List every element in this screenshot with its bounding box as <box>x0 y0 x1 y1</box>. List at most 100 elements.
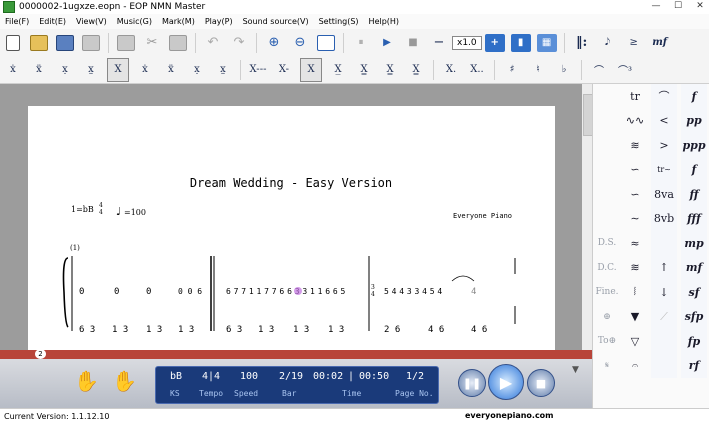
palette-dynamic-fff[interactable]: fff <box>681 207 707 232</box>
palette-crescendo[interactable]: < <box>651 109 677 134</box>
stop-button[interactable]: ■ <box>527 369 555 397</box>
left-hand-icon[interactable]: ✋ <box>74 369 99 393</box>
play-toolbar-button[interactable]: ▶ <box>377 32 397 54</box>
sharp-button[interactable]: ♯ <box>502 59 522 81</box>
palette-mordent[interactable]: ∿∿ <box>622 109 648 134</box>
palette-fermata[interactable]: 𝄐 <box>622 354 648 379</box>
menu-setting[interactable]: Setting(S) <box>314 17 364 26</box>
tie-button[interactable]: ⌒ <box>589 59 609 81</box>
note-two-dots-above-2-button[interactable]: ẍ <box>161 59 181 81</box>
palette-tremolo[interactable]: ≈ <box>622 231 648 256</box>
natural-button[interactable]: ♮ <box>528 59 548 81</box>
thirtysecond-note-button[interactable]: X̳ <box>380 59 400 81</box>
close-button[interactable]: ✕ <box>693 1 707 11</box>
palette-empty-1[interactable] <box>651 231 677 256</box>
palette-glissando[interactable]: ⟋ <box>651 305 677 330</box>
half-note-button[interactable]: X- <box>274 59 294 81</box>
menu-sound-source[interactable]: Sound source(V) <box>238 17 314 26</box>
menu-file[interactable]: File(F) <box>0 17 34 26</box>
flat-button[interactable]: ♭ <box>554 59 574 81</box>
palette-coda[interactable]: ⊕ <box>594 305 620 330</box>
sixteenth-note-button[interactable]: X̳ <box>354 59 374 81</box>
palette-to-coda[interactable]: To⊕ <box>594 329 620 354</box>
sixtyfourth-note-button[interactable]: X̳ <box>406 59 426 81</box>
fit-page-button[interactable] <box>316 32 336 54</box>
palette-empty-2[interactable] <box>651 329 677 354</box>
menu-view[interactable]: View(V) <box>71 17 112 26</box>
palette-turn[interactable]: ∽ <box>622 158 648 183</box>
palette-marcato[interactable]: ▽ <box>622 329 648 354</box>
palette-arrow-up[interactable]: ↑ <box>651 256 677 281</box>
palette-dynamic-f[interactable]: f <box>681 84 707 109</box>
open-file-button[interactable] <box>29 32 49 54</box>
vertical-scrollbar[interactable] <box>582 84 593 350</box>
palette-dynamic-ppp[interactable]: ppp <box>681 133 707 158</box>
menu-play[interactable]: Play(P) <box>200 17 238 26</box>
palette-ottava-bassa[interactable]: 8vb <box>651 207 677 232</box>
right-hand-icon[interactable]: ✋ <box>112 369 137 393</box>
note-plain-button[interactable]: X <box>107 57 129 82</box>
palette-double-bar[interactable] <box>594 133 620 158</box>
maximize-button[interactable]: ☐ <box>671 1 685 11</box>
collapse-icon[interactable]: ▼ <box>572 365 582 375</box>
palette-ds[interactable]: D.S. <box>594 231 620 256</box>
quarter-note-button[interactable]: X <box>300 57 322 82</box>
note-dot-below-2-button[interactable]: x̣ <box>187 59 207 81</box>
note-dot-above-2-button[interactable]: ẋ <box>135 59 155 81</box>
fermata-tool-button[interactable]: 𝅘𝅥𝅮 <box>598 32 618 54</box>
copy-button[interactable] <box>116 32 136 54</box>
menu-mark[interactable]: Mark(M) <box>157 17 200 26</box>
palette-dc[interactable]: D.C. <box>594 256 620 281</box>
accent-tool-button[interactable]: ≥ <box>624 32 644 54</box>
whole-note-button[interactable]: X--- <box>248 59 268 81</box>
palette-dynamic-mp[interactable]: mp <box>681 231 707 256</box>
palette-segno[interactable]: 𝄋 <box>594 354 620 379</box>
palette-repeat-start[interactable] <box>594 182 620 207</box>
pause-toolbar-button[interactable]: ⏸ <box>351 32 371 54</box>
note-dot-above-button[interactable]: ẋ <box>3 59 23 81</box>
palette-empty-3[interactable] <box>651 354 677 379</box>
note-two-dots-below-2-button[interactable]: x̤ <box>213 59 233 81</box>
palette-dynamic-rf[interactable]: rf <box>681 354 707 379</box>
print-button[interactable] <box>81 32 101 54</box>
menu-edit[interactable]: Edit(E) <box>34 17 71 26</box>
menu-help[interactable]: Help(H) <box>364 17 405 26</box>
faster-button[interactable]: + <box>484 33 505 52</box>
palette-repeat-bar[interactable] <box>594 84 620 109</box>
palette-staccatissimo[interactable]: ▼ <box>622 305 648 330</box>
repeat-tool-button[interactable]: ‖: <box>572 32 592 54</box>
palette-inverted-mordent[interactable]: ≋ <box>622 133 648 158</box>
speed-field[interactable]: x1.0 <box>452 35 482 50</box>
palette-tremolo-2[interactable]: ≋ <box>622 256 648 281</box>
score-view-button[interactable]: ▮ <box>510 33 531 52</box>
cut-button[interactable]: ✂ <box>142 32 162 54</box>
note-two-dots-below-button[interactable]: x̤ <box>81 59 101 81</box>
palette-arpeggio[interactable]: 𝆃 <box>622 280 648 305</box>
note-two-dots-above-button[interactable]: ẍ <box>29 59 49 81</box>
palette-dynamic-sf[interactable]: sf <box>681 280 707 305</box>
palette-repeat-end[interactable] <box>594 207 620 232</box>
palette-dynamic-sfp[interactable]: sfp <box>681 305 707 330</box>
dynamic-mf-button[interactable]: mf <box>650 32 670 54</box>
palette-decrescendo[interactable]: > <box>651 133 677 158</box>
zoom-in-button[interactable]: ⊕ <box>264 32 284 54</box>
palette-dynamic-pp[interactable]: pp <box>681 109 707 134</box>
paste-button[interactable] <box>168 32 188 54</box>
menu-music[interactable]: Music(G) <box>112 17 157 26</box>
zoom-out-button[interactable]: ⊖ <box>290 32 310 54</box>
palette-ottava-alta[interactable]: 8va <box>651 182 677 207</box>
keyboard-view-button[interactable]: ▦ <box>536 33 557 52</box>
undo-button[interactable]: ↶ <box>203 32 223 54</box>
palette-trill[interactable]: tr <box>622 84 648 109</box>
new-file-button[interactable] <box>3 32 23 54</box>
palette-trill-line[interactable]: tr~ <box>651 158 677 183</box>
pause-button[interactable]: ❚❚ <box>458 369 486 397</box>
palette-arrow-down[interactable]: ↓ <box>651 280 677 305</box>
note-dot-below-button[interactable]: x̣ <box>55 59 75 81</box>
timeline-ruler[interactable]: 2 <box>0 349 592 359</box>
save-button[interactable] <box>55 32 75 54</box>
timeline-marker[interactable]: 2 <box>35 349 46 359</box>
palette-dynamic-ff[interactable]: ff <box>681 182 707 207</box>
eighth-note-button[interactable]: X̲ <box>328 59 348 81</box>
palette-end-bar[interactable] <box>594 158 620 183</box>
